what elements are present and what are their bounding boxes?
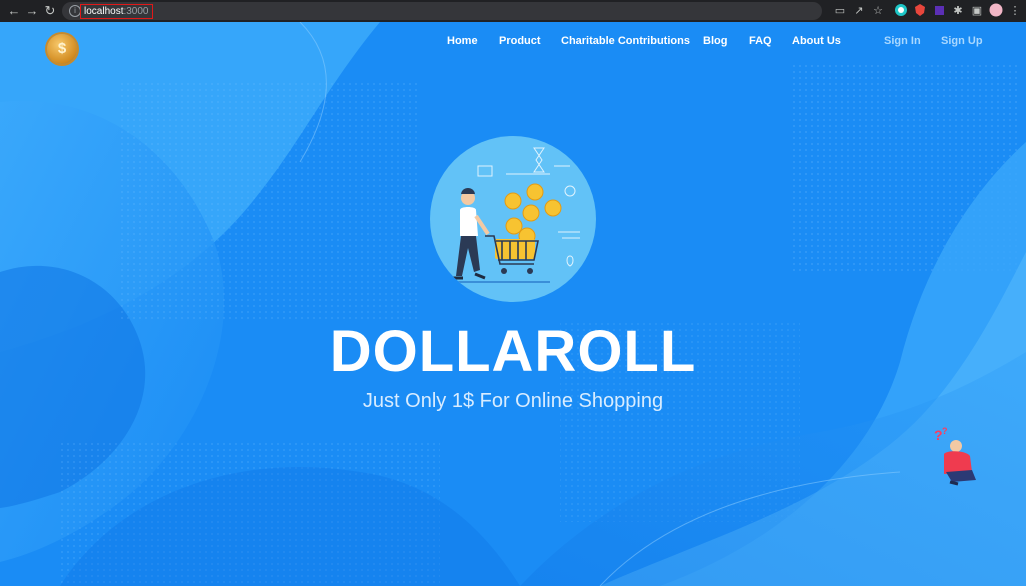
puzzle-icon[interactable]: ✱ [950,3,966,19]
forward-icon[interactable]: → [24,3,40,19]
browser-toolbar: ← → ↻ i localhost:3000 ▭ ↗ ☆ ✱ ▣ ⋮ [0,0,1026,22]
nav-home[interactable]: Home [447,35,478,47]
reload-icon[interactable]: ↻ [42,3,58,19]
install-icon[interactable]: ▭ [832,3,848,19]
hero-subtitle: Just Only 1$ For Online Shopping [362,390,664,412]
svg-text:?: ? [942,426,948,436]
back-icon[interactable]: ← [6,3,22,19]
nav-charitable-contributions[interactable]: Charitable Contributions [561,35,690,47]
extension-icon[interactable] [931,3,947,19]
hero-section: $ Home Product Charitable Contributions … [0,22,1026,586]
nav-about-us[interactable]: About Us [792,35,841,47]
shopping-cart-icon [450,147,580,283]
extension-logo-icon [895,4,907,16]
dollar-coin-icon: $ [57,40,67,57]
sign-up-link[interactable]: Sign Up [941,35,983,47]
profile-avatar-icon[interactable] [988,3,1004,19]
extension-icon[interactable] [912,3,928,19]
url-port: :3000 [123,6,149,17]
url-text[interactable]: localhost:3000 [80,4,153,19]
wave-background [0,22,1026,586]
url-host: localhost [84,6,124,17]
sign-in-link[interactable]: Sign In [884,35,921,47]
nav-faq[interactable]: FAQ [749,35,772,47]
shopping-cart-coins-illustration [430,136,596,302]
extension-shield-icon [915,4,925,16]
hero-title: DOLLAROLL [329,319,697,384]
bookmark-star-icon[interactable]: ☆ [870,3,886,19]
confused-person-illustration[interactable]: ? ? [932,424,980,488]
dollar-coin-logo[interactable]: $ [47,34,77,64]
nav-blog[interactable]: Blog [703,35,727,47]
more-menu-icon[interactable]: ⋮ [1007,3,1023,19]
share-icon[interactable]: ↗ [851,3,867,19]
question-mark-person-icon: ? ? [934,426,976,486]
side-panel-icon[interactable]: ▣ [969,3,985,19]
extension-icon[interactable] [893,3,909,19]
extension-tag-icon [935,6,944,15]
address-bar[interactable] [62,2,822,20]
nav-product[interactable]: Product [499,35,541,47]
